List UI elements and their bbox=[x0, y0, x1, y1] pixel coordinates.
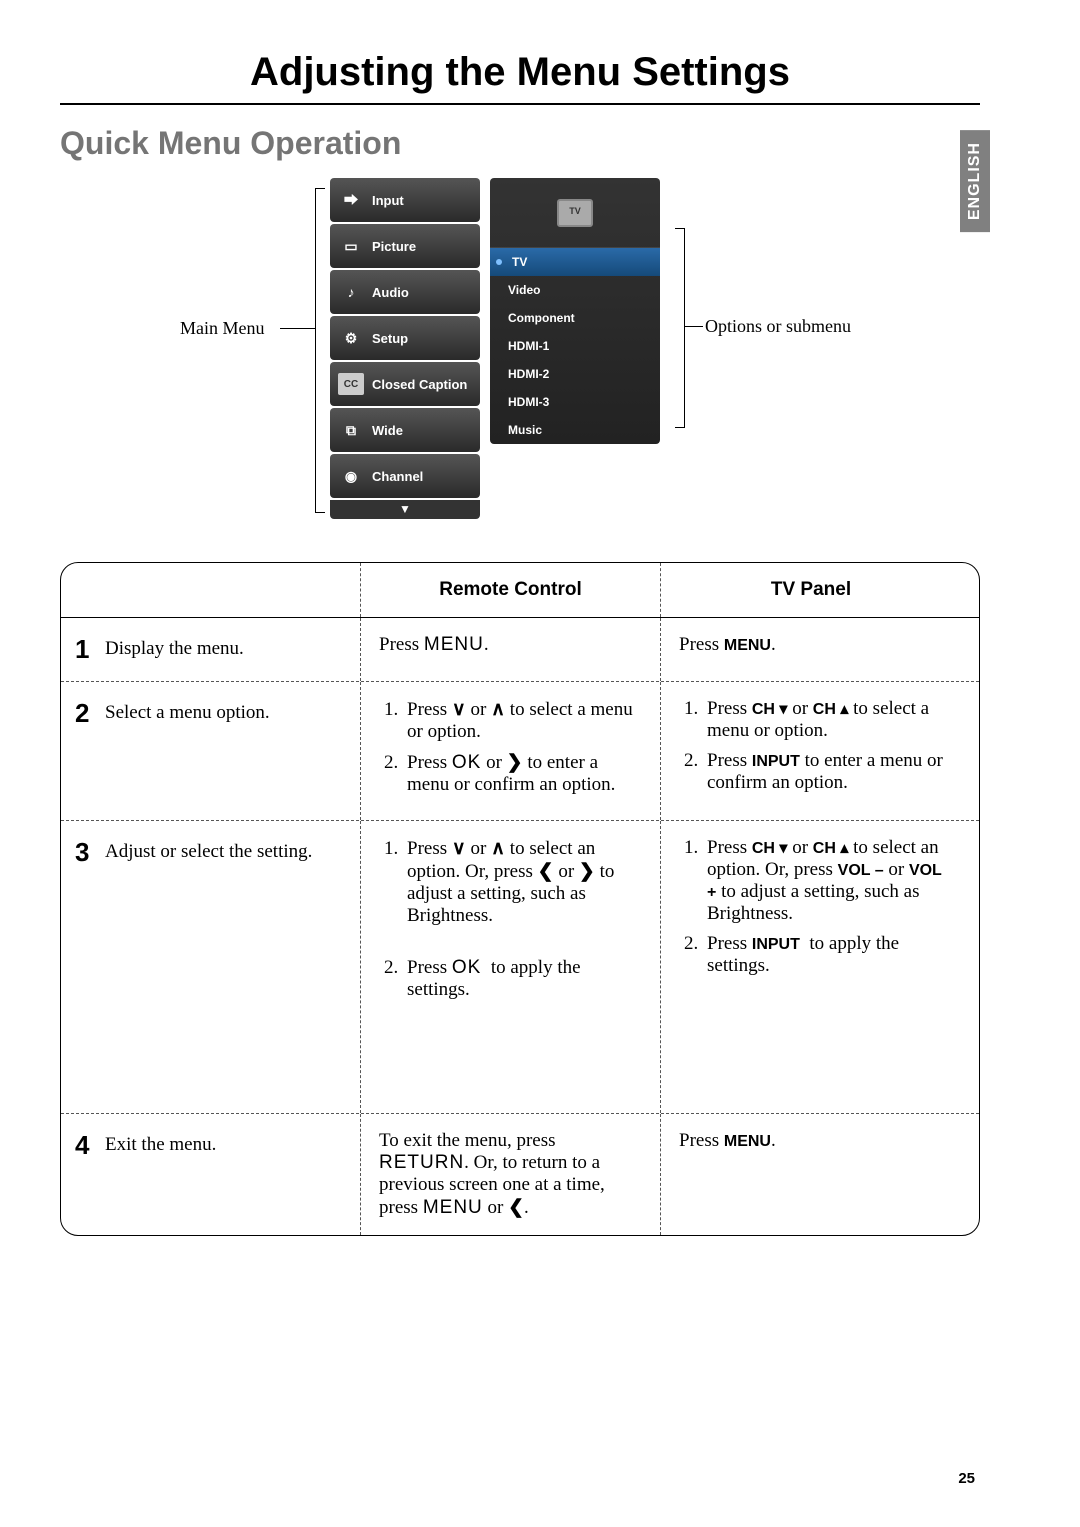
picture-icon: ▭ bbox=[338, 235, 364, 257]
submenu-item-video: Video bbox=[490, 276, 660, 304]
menu-item-input: ⮕ Input bbox=[330, 178, 480, 222]
menu-item-setup: ⚙ Setup bbox=[330, 316, 480, 360]
col-num-header bbox=[61, 563, 101, 617]
table-row: 1Display the menu.Press MENU.Press MENU. bbox=[61, 618, 979, 682]
step-number: 1 bbox=[61, 618, 101, 681]
main-menu-column: ⮕ Input ▭ Picture ♪ Audio ⚙ Setup CC Closed Capti… bbox=[330, 178, 480, 519]
audio-icon: ♪ bbox=[338, 281, 364, 303]
table-row: 3Adjust or select the setting.Press ∨ or… bbox=[61, 821, 979, 1114]
submenu-column: TVVideoComponentHDMI-1HDMI-2HDMI-3Music bbox=[490, 178, 660, 444]
menu-item-label: Input bbox=[372, 193, 404, 208]
submenu-header bbox=[490, 178, 660, 248]
menu-item-label: Channel bbox=[372, 469, 423, 484]
menu-item-picture: ▭ Picture bbox=[330, 224, 480, 268]
wide-icon: ⧉ bbox=[338, 419, 364, 441]
submenu-item-hdmi-3: HDMI-3 bbox=[490, 388, 660, 416]
menu-item-label: Picture bbox=[372, 239, 416, 254]
step-number: 4 bbox=[61, 1114, 101, 1235]
step-action: Exit the menu. bbox=[101, 1114, 361, 1235]
main-bracket bbox=[315, 188, 325, 513]
col-panel-header: TV Panel bbox=[661, 563, 961, 617]
panel-instructions: Press MENU. bbox=[661, 618, 961, 681]
col-remote-header: Remote Control bbox=[361, 563, 661, 617]
panel-instructions: Press CH ▾ or CH ▴ to select a menu or o… bbox=[661, 682, 961, 820]
table-header-row: Remote Control TV Panel bbox=[61, 563, 979, 618]
remote-instructions: Press ∨ or ∧ to select a menu or option.… bbox=[361, 682, 661, 820]
menu-item-label: Setup bbox=[372, 331, 408, 346]
connector-line bbox=[685, 326, 703, 327]
scroll-down-icon: ▼ bbox=[330, 500, 480, 519]
page-number: 25 bbox=[958, 1470, 975, 1487]
page-title: Adjusting the Menu Settings bbox=[60, 50, 980, 95]
menu-item-label: Audio bbox=[372, 285, 409, 300]
table-row: 2Select a menu option.Press ∨ or ∧ to se… bbox=[61, 682, 979, 821]
menu-item-label: Closed Caption bbox=[372, 377, 467, 392]
channel-icon: ◉ bbox=[338, 465, 364, 487]
submenu-item-hdmi-1: HDMI-1 bbox=[490, 332, 660, 360]
cc-icon: CC bbox=[338, 373, 364, 395]
submenu-item-tv: TV bbox=[490, 248, 660, 276]
menu-item-wide: ⧉ Wide bbox=[330, 408, 480, 452]
options-bracket bbox=[675, 228, 685, 428]
options-label: Options or submenu bbox=[705, 316, 851, 337]
menu-item-channel: ◉ Channel bbox=[330, 454, 480, 498]
divider bbox=[60, 103, 980, 105]
submenu-item-component: Component bbox=[490, 304, 660, 332]
remote-instructions: Press ∨ or ∧ to select an option. Or, pr… bbox=[361, 821, 661, 1113]
input-icon: ⮕ bbox=[338, 189, 364, 211]
step-number: 2 bbox=[61, 682, 101, 820]
panel-instructions: Press CH ▾ or CH ▴ to select an option. … bbox=[661, 821, 961, 1113]
setup-icon: ⚙ bbox=[338, 327, 364, 349]
operation-table: Remote Control TV Panel 1Display the men… bbox=[60, 562, 980, 1236]
step-action: Select a menu option. bbox=[101, 682, 361, 820]
submenu-item-music: Music bbox=[490, 416, 660, 444]
section-title: Quick Menu Operation bbox=[60, 125, 980, 162]
remote-instructions: To exit the menu, press RETURN. Or, to r… bbox=[361, 1114, 661, 1235]
remote-instructions: Press MENU. bbox=[361, 618, 661, 681]
menu-item-audio: ♪ Audio bbox=[330, 270, 480, 314]
col-action-header bbox=[101, 563, 361, 617]
step-action: Display the menu. bbox=[101, 618, 361, 681]
connector-line bbox=[280, 328, 315, 329]
table-row: 4Exit the menu.To exit the menu, press R… bbox=[61, 1114, 979, 1235]
step-number: 3 bbox=[61, 821, 101, 1113]
main-menu-label: Main Menu bbox=[180, 318, 265, 339]
menu-item-closed-caption: CC Closed Caption bbox=[330, 362, 480, 406]
menu-diagram: Main Menu ⮕ Input ▭ Picture ♪ Audio ⚙ Setup CC Cl… bbox=[180, 168, 980, 538]
panel-instructions: Press MENU. bbox=[661, 1114, 961, 1235]
tv-icon bbox=[557, 199, 593, 227]
menu-item-label: Wide bbox=[372, 423, 403, 438]
submenu-item-hdmi-2: HDMI-2 bbox=[490, 360, 660, 388]
step-action: Adjust or select the setting. bbox=[101, 821, 361, 1113]
